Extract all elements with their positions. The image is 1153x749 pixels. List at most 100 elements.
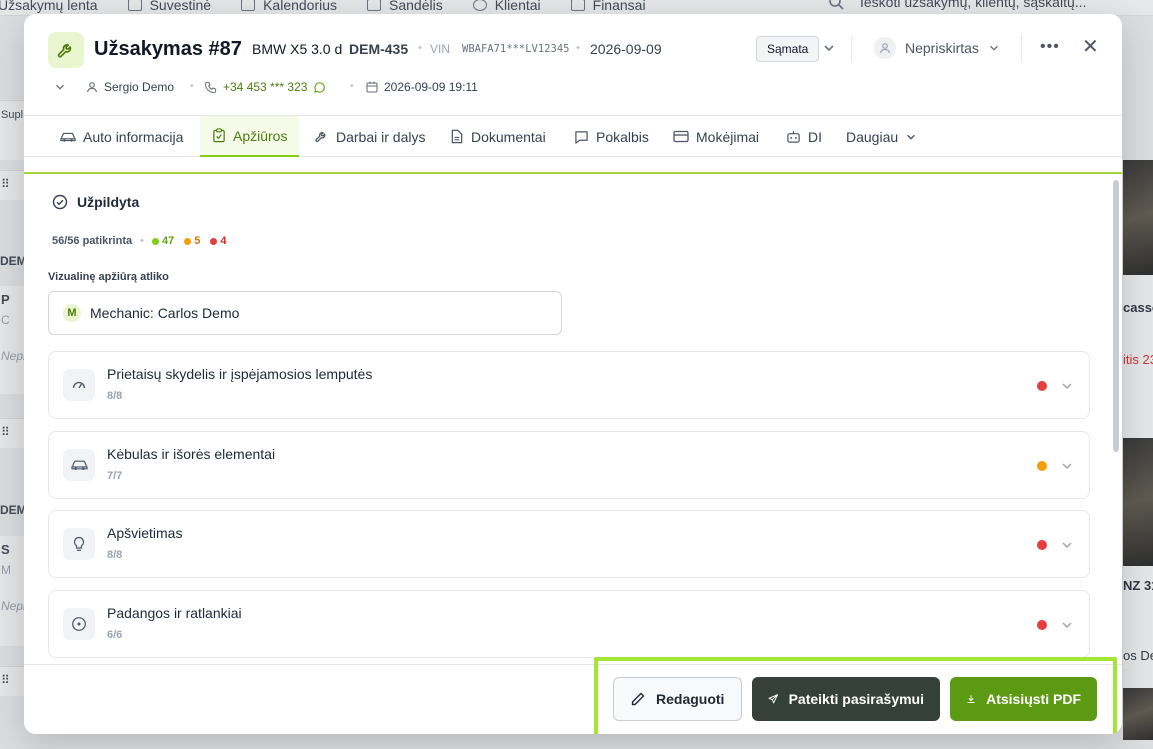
phone-number: +34 453 *** 323 (223, 80, 308, 94)
order-title: Užsakymas #87 (94, 38, 242, 60)
vin-label: VIN (430, 42, 451, 56)
submit-for-signing-button[interactable]: Pateikti pasirašymui (752, 677, 940, 721)
section-count: 8/8 (107, 390, 123, 402)
customer-name[interactable]: Sergio Demo (86, 80, 174, 94)
tab-label: Apžiūros (233, 127, 288, 144)
mechanic-field[interactable]: M Mechanic: Carlos Demo (48, 291, 562, 335)
estimate-button[interactable]: Sąmata (756, 36, 820, 62)
warn-dot (184, 237, 192, 245)
chevron-down-icon[interactable] (1060, 618, 1074, 632)
calendar-icon (366, 81, 378, 93)
ok-dot (151, 237, 159, 245)
section-status-dot (1037, 620, 1047, 630)
bad-dot (210, 237, 218, 245)
section-status-dot (1037, 540, 1047, 550)
inspection-section-lighting[interactable]: Apšvietimas 8/8 (48, 510, 1090, 578)
chevron-down-icon[interactable] (54, 81, 66, 93)
section-count: 8/8 (107, 549, 123, 561)
tab-more[interactable]: Daugiau (846, 116, 917, 157)
tab-works-parts[interactable]: Darbai ir dalys (314, 116, 425, 157)
download-pdf-button[interactable]: Atsisiųsti PDF (950, 677, 1097, 721)
car-model: BMW X5 3.0 d (252, 41, 343, 57)
chevron-down-icon (907, 134, 916, 140)
separator-dot: • (350, 81, 354, 92)
tab-label: Dokumentai (471, 128, 546, 145)
bulb-icon (63, 528, 95, 560)
tab-auto-info[interactable]: Auto informacija (60, 116, 183, 157)
more-options-icon[interactable]: ••• (1040, 38, 1060, 56)
tab-documents[interactable]: Dokumentai (450, 116, 546, 157)
chevron-down-icon[interactable] (1060, 538, 1074, 552)
tab-label: Daugiau (846, 128, 899, 145)
tab-label: DI (808, 128, 822, 145)
separator-dot: • (190, 81, 194, 92)
pencil-icon (631, 692, 645, 706)
chat-icon (575, 130, 588, 144)
edit-button[interactable]: Redaguoti (613, 677, 742, 721)
ok-stat: 47 (151, 235, 175, 247)
section-title: Kėbulas ir išorės elementai (107, 446, 276, 462)
customer-phone[interactable]: +34 453 *** 323 (204, 80, 326, 94)
assignee-select[interactable]: Nepriskirtas (874, 37, 1000, 59)
inspection-status-label: Užpildyta (77, 194, 140, 210)
tab-inspections[interactable]: Apžiūros (200, 116, 300, 157)
separator-dot: • (418, 42, 422, 54)
created-at-label: 2026-09-09 19:11 (384, 80, 478, 94)
checked-count: 56/56 patikrinta (52, 235, 133, 247)
warn-stat: 5 (184, 235, 200, 247)
order-date: 2026-09-09 (590, 41, 662, 57)
user-icon (874, 37, 896, 59)
close-icon[interactable]: ✕ (1082, 34, 1099, 59)
car-icon (63, 449, 95, 481)
divider (1021, 36, 1022, 62)
section-title: Apšvietimas (107, 525, 183, 541)
separator-dot: • (576, 42, 580, 54)
section-count: 7/7 (107, 470, 123, 482)
download-button-label: Atsisiųsti PDF (986, 691, 1081, 707)
inspection-status: Užpildyta (52, 194, 139, 210)
section-title: Padangos ir ratlankiai (107, 605, 242, 621)
section-status-dot (1037, 381, 1047, 391)
tab-payments[interactable]: Mokėjimai (673, 116, 759, 157)
tab-ai[interactable]: DI (786, 116, 822, 157)
tab-chat[interactable]: Pokalbis (574, 116, 649, 157)
download-icon (967, 695, 975, 703)
mechanic-name: Mechanic: Carlos Demo (90, 305, 240, 321)
tab-label: Darbai ir dalys (336, 128, 426, 145)
wrench-icon (48, 32, 84, 68)
document-icon (451, 129, 463, 144)
clipboard-icon (213, 128, 225, 143)
mechanic-avatar: M (63, 304, 81, 322)
scroll-thumb[interactable] (1113, 180, 1119, 452)
tab-label: Mokėjimai (696, 128, 760, 145)
send-icon (768, 694, 779, 704)
gauge-icon (63, 369, 95, 401)
chevron-down-icon[interactable] (1060, 379, 1074, 393)
warn-count: 5 (194, 235, 201, 247)
inspection-section-body[interactable]: Kėbulas ir išorės elementai 7/7 (48, 431, 1090, 499)
whatsapp-icon[interactable] (313, 81, 326, 94)
tab-label: Pokalbis (596, 128, 649, 145)
tab-bar: Auto informacija Apžiūros Darbai ir daly… (24, 115, 1122, 157)
chevron-down-icon[interactable] (822, 41, 836, 55)
section-title: Prietaisų skydelis ir įspėjamosios lempu… (107, 366, 373, 382)
divider (851, 36, 852, 62)
check-circle-icon (52, 194, 68, 210)
bad-stat: 4 (210, 235, 226, 247)
assignee-label: Nepriskirtas (905, 40, 979, 56)
section-status-dot (1037, 461, 1047, 471)
chevron-down-icon[interactable] (1060, 459, 1074, 473)
inspection-section-tires[interactable]: Padangos ir ratlankiai 6/6 (48, 590, 1090, 658)
car-icon (60, 132, 76, 142)
inspection-section-dashboard[interactable]: Prietaisų skydelis ir įspėjamosios lempu… (48, 351, 1090, 419)
scrollbar[interactable] (1112, 176, 1120, 664)
order-modal: Užsakymas #87 BMW X5 3.0 d DEM-435 • VIN… (24, 14, 1122, 734)
card-icon (673, 130, 689, 143)
inspection-stats: 56/56 patikrinta • 47 5 4 (52, 235, 226, 247)
inspector-label: Vizualinę apžiūrą atliko (48, 271, 169, 283)
chevron-down-icon (989, 45, 998, 51)
license-plate: DEM-435 (349, 41, 409, 57)
bot-icon (787, 130, 800, 143)
ok-count: 47 (161, 235, 175, 247)
edit-button-label: Redaguoti (656, 691, 725, 707)
